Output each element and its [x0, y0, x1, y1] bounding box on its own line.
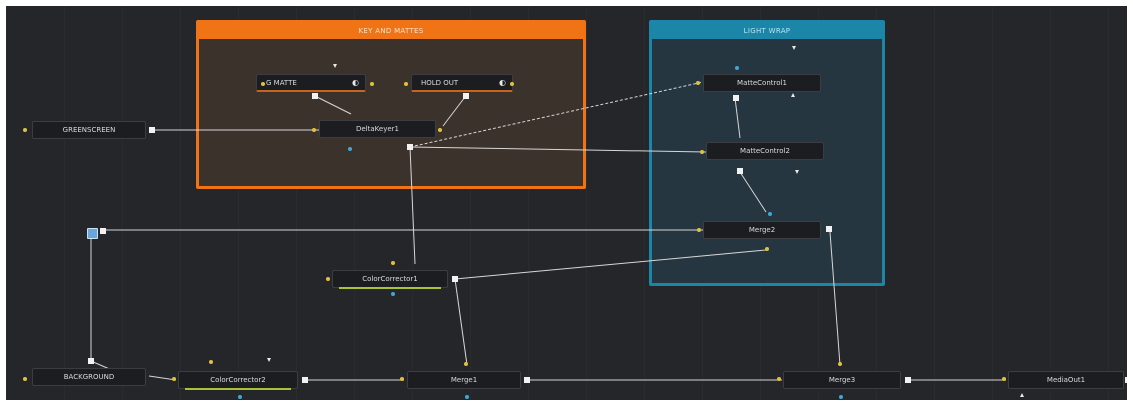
node-editor-canvas[interactable]: KEY AND MATTES LIGHT WRAP G MATTE ◐ HOLD…: [6, 6, 1127, 400]
port-markers: [267, 46, 1024, 397]
triangle-icon: [791, 93, 795, 97]
triangle-icon: [792, 46, 796, 50]
triangle-icon: [333, 64, 337, 68]
triangle-icon: [267, 358, 271, 362]
triangle-icon: [795, 170, 799, 174]
triangle-icon: [1020, 393, 1024, 397]
